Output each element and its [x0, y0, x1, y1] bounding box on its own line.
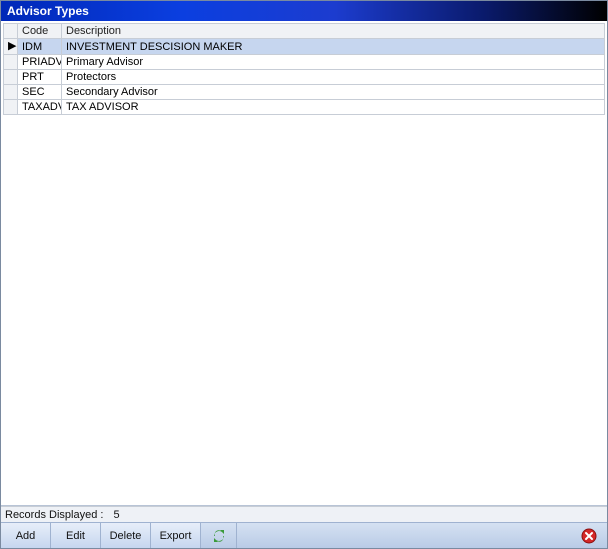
edit-button[interactable]: Edit — [51, 523, 101, 548]
status-bar: Records Displayed : 5 — [1, 506, 607, 522]
export-button-label: Export — [160, 530, 192, 542]
close-button[interactable] — [571, 523, 607, 548]
advisor-types-table[interactable]: Code Description ▶IDMINVESTMENT DESCISIO… — [3, 23, 605, 115]
cell-description: TAX ADVISOR — [62, 100, 605, 115]
delete-button[interactable]: Delete — [101, 523, 151, 548]
toolbar-spacer — [237, 523, 571, 548]
toolbar: Add Edit Delete Export — [1, 522, 607, 548]
table-header-row: Code Description — [4, 24, 605, 39]
table-row[interactable]: SECSecondary Advisor — [4, 85, 605, 100]
records-displayed-label: Records Displayed : — [5, 509, 103, 521]
row-indicator — [4, 70, 18, 85]
cell-description: Primary Advisor — [62, 55, 605, 70]
cell-description: INVESTMENT DESCISION MAKER — [62, 39, 605, 55]
table-row[interactable]: PRTProtectors — [4, 70, 605, 85]
add-button[interactable]: Add — [1, 523, 51, 548]
cell-code: IDM — [18, 39, 62, 55]
window: Advisor Types Code Description ▶IDMINVES… — [0, 0, 608, 549]
refresh-button[interactable] — [201, 523, 237, 548]
titlebar: Advisor Types — [1, 1, 607, 21]
cell-code: SEC — [18, 85, 62, 100]
delete-button-label: Delete — [110, 530, 142, 542]
table-row[interactable]: ▶IDMINVESTMENT DESCISION MAKER — [4, 39, 605, 55]
row-indicator — [4, 100, 18, 115]
close-icon — [581, 528, 597, 544]
row-indicator — [4, 85, 18, 100]
cell-description: Protectors — [62, 70, 605, 85]
cell-code: PRIADV — [18, 55, 62, 70]
row-indicator: ▶ — [4, 39, 18, 55]
col-description[interactable]: Description — [62, 24, 605, 39]
cell-description: Secondary Advisor — [62, 85, 605, 100]
window-title: Advisor Types — [7, 4, 89, 18]
add-button-label: Add — [16, 530, 36, 542]
row-indicator — [4, 55, 18, 70]
cell-code: TAXADV — [18, 100, 62, 115]
records-displayed-count: 5 — [113, 509, 119, 521]
table-row[interactable]: PRIADVPrimary Advisor — [4, 55, 605, 70]
edit-button-label: Edit — [66, 530, 85, 542]
refresh-icon — [211, 528, 227, 544]
col-code[interactable]: Code — [18, 24, 62, 39]
export-button[interactable]: Export — [151, 523, 201, 548]
col-selector[interactable] — [4, 24, 18, 39]
cell-code: PRT — [18, 70, 62, 85]
grid-area: Code Description ▶IDMINVESTMENT DESCISIO… — [1, 21, 607, 506]
table-row[interactable]: TAXADVTAX ADVISOR — [4, 100, 605, 115]
